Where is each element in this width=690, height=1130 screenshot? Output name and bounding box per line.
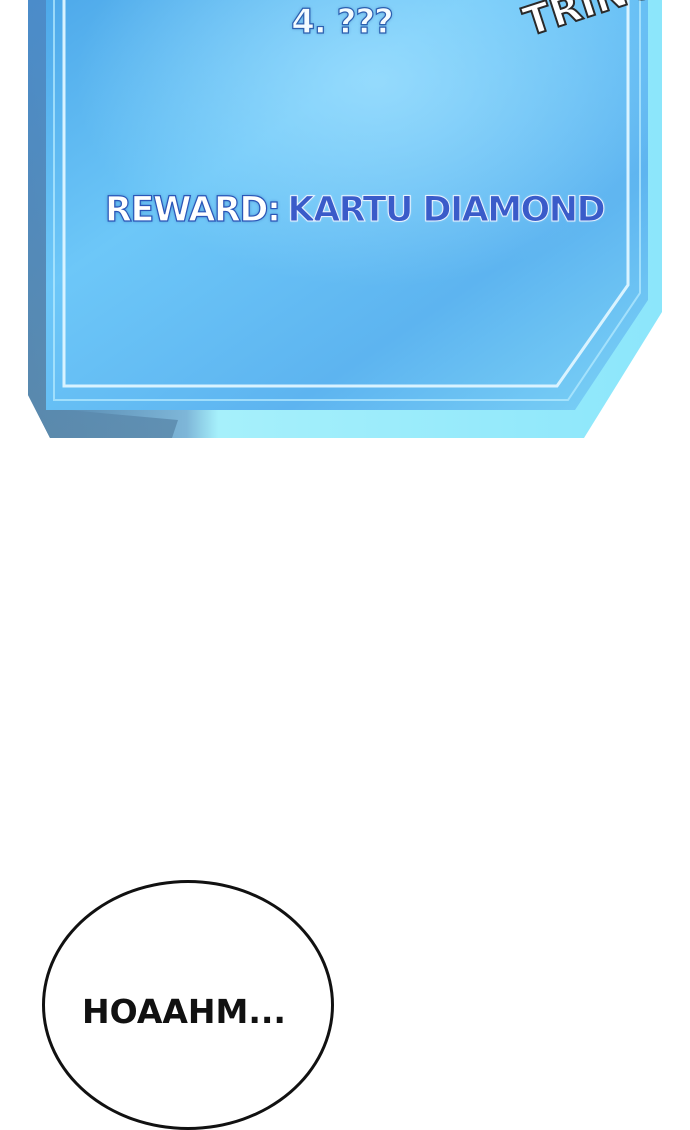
reward-value: KARTU DIAMOND <box>287 190 606 231</box>
reward-label: REWARD: <box>104 189 281 230</box>
reward-line: REWARD: KARTU DIAMOND <box>104 189 606 230</box>
speech-bubble-text: HOAAHM... <box>82 992 286 1031</box>
system-window: 4. ??? REWARD: KARTU DIAMOND <box>0 0 690 450</box>
